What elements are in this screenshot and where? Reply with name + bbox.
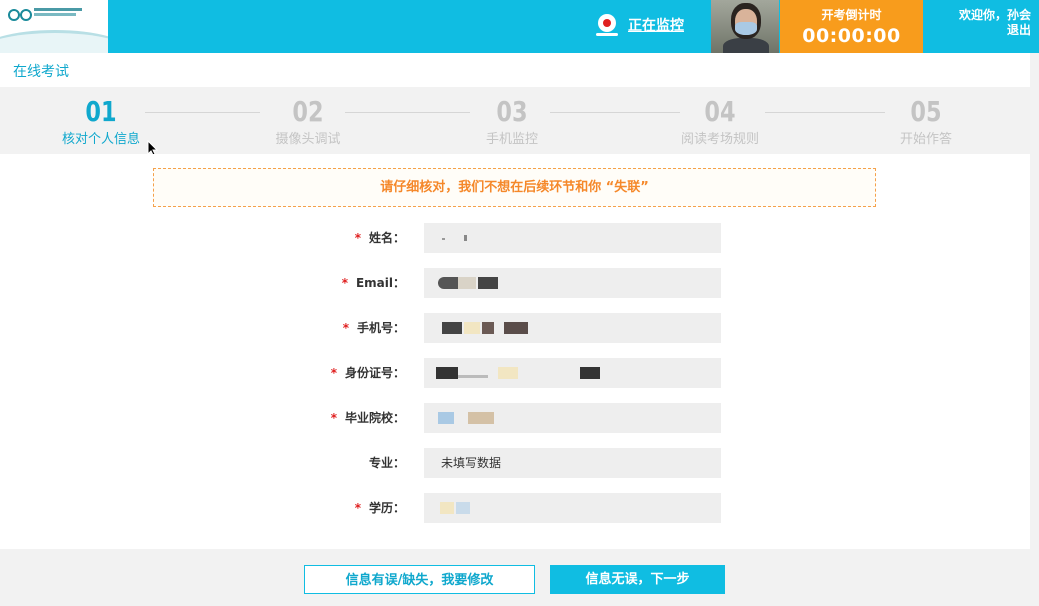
id-number-field xyxy=(424,358,721,388)
step-2: 02 摄像头调试 xyxy=(248,95,368,148)
form-row-phone: * 手机号： xyxy=(0,312,1030,344)
field-label: 手机号： xyxy=(356,321,405,335)
phone-field xyxy=(424,313,721,343)
verification-form: 请仔细核对，我们不想在后续环节和你 “失联” * 姓名： * Email： * 手机号… xyxy=(0,154,1030,549)
user-welcome: 欢迎你，孙会 退出 xyxy=(959,8,1031,38)
form-row-email: * Email： xyxy=(0,267,1030,299)
field-label: 学历： xyxy=(368,501,405,515)
step-1: 01 核对个人信息 xyxy=(41,95,161,148)
step-number: 05 xyxy=(910,95,942,128)
monitoring-status[interactable]: 正在监控 xyxy=(596,12,684,38)
webcam-icon xyxy=(596,14,618,36)
major-field: 未填写数据 xyxy=(424,448,721,478)
step-label: 核对个人信息 xyxy=(61,132,140,147)
countdown-panel: 开考倒计时 00:00:00 xyxy=(780,0,923,53)
required-mark: * xyxy=(342,321,349,335)
notice-banner: 请仔细核对，我们不想在后续环节和你 “失联” xyxy=(153,168,876,207)
countdown-time: 00:00:00 xyxy=(802,25,901,47)
required-mark: * xyxy=(354,501,361,515)
sub-header: 在线考试 xyxy=(0,53,1030,87)
edit-info-button[interactable]: 信息有误/缺失，我要修改 xyxy=(304,565,535,594)
step-label: 手机监控 xyxy=(485,132,538,147)
form-row-id-number: * 身份证号： xyxy=(0,357,1030,389)
form-row-major: 专业： 未填写数据 xyxy=(0,447,1030,479)
name-field xyxy=(424,223,721,253)
school-field xyxy=(424,403,721,433)
form-row-school: * 毕业院校： xyxy=(0,402,1030,434)
monitoring-label[interactable]: 正在监控 xyxy=(628,15,684,35)
field-label: 姓名： xyxy=(368,231,405,245)
action-bar: 信息有误/缺失，我要修改 信息无误，下一步 xyxy=(0,549,1039,606)
step-number: 04 xyxy=(704,95,736,128)
field-label: 毕业院校： xyxy=(344,411,405,425)
form-row-name: * 姓名： xyxy=(0,222,1030,254)
step-label: 阅读考场规则 xyxy=(680,132,759,147)
logo xyxy=(0,0,108,53)
required-mark: * xyxy=(330,366,337,380)
required-mark: * xyxy=(330,411,337,425)
field-label: 身份证号： xyxy=(344,366,405,380)
step-3: 03 手机监控 xyxy=(452,95,572,148)
field-label: 专业： xyxy=(368,456,405,470)
top-header: 正在监控 开考倒计时 00:00:00 欢迎你，孙会 退出 xyxy=(0,0,1039,53)
logout-link[interactable]: 退出 xyxy=(959,23,1031,38)
form-row-education: * 学历： xyxy=(0,492,1030,524)
step-label: 开始作答 xyxy=(899,132,952,147)
education-field xyxy=(424,493,721,523)
email-field xyxy=(424,268,721,298)
step-number: 02 xyxy=(292,95,324,128)
next-step-button[interactable]: 信息无误，下一步 xyxy=(550,565,725,594)
step-connector xyxy=(145,112,260,113)
step-5: 05 开始作答 xyxy=(866,95,986,148)
field-label: Email： xyxy=(355,276,405,290)
welcome-text: 欢迎你，孙会 xyxy=(958,8,1031,22)
page-title: 在线考试 xyxy=(13,64,69,80)
camera-preview xyxy=(711,0,779,53)
step-label: 摄像头调试 xyxy=(275,132,341,147)
step-number: 03 xyxy=(496,95,528,128)
countdown-label: 开考倒计时 xyxy=(821,8,882,22)
step-number: 01 xyxy=(85,95,117,128)
required-mark: * xyxy=(341,276,348,290)
required-mark: * xyxy=(354,231,361,245)
step-4: 04 阅读考场规则 xyxy=(660,95,780,148)
